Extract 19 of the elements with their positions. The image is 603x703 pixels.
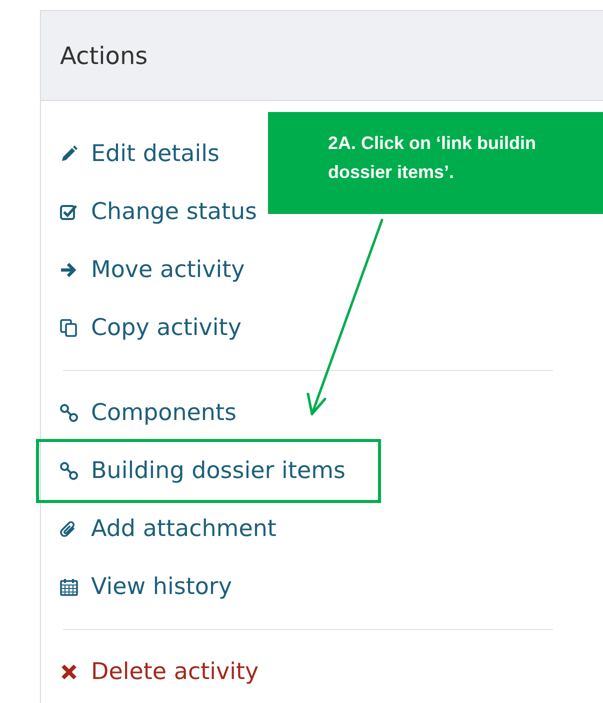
cross-icon <box>59 662 79 682</box>
action-link[interactable]: Copy activity <box>59 310 242 346</box>
pencil-icon <box>59 144 79 164</box>
calendar-icon <box>59 577 79 597</box>
action-link[interactable]: Add attachment <box>59 512 276 546</box>
action-link[interactable]: Move activity <box>59 252 245 288</box>
arrow-right-icon <box>59 260 79 280</box>
action-link[interactable]: Change status <box>59 194 258 230</box>
panel-title: Actions <box>60 40 148 72</box>
callout-text: 2A. Click on ‘link buildin dossier items’. <box>328 132 538 184</box>
checkbox-icon <box>59 202 79 222</box>
action-link[interactable]: Edit details <box>59 136 220 172</box>
copy-icon <box>59 318 79 338</box>
link-icon <box>59 461 79 481</box>
action-link[interactable]: Delete activity <box>59 654 259 690</box>
action-link[interactable]: Building dossier items <box>39 442 378 500</box>
link-icon <box>59 403 79 423</box>
action-link[interactable]: Components <box>59 396 237 430</box>
action-link[interactable]: View history <box>59 570 232 604</box>
